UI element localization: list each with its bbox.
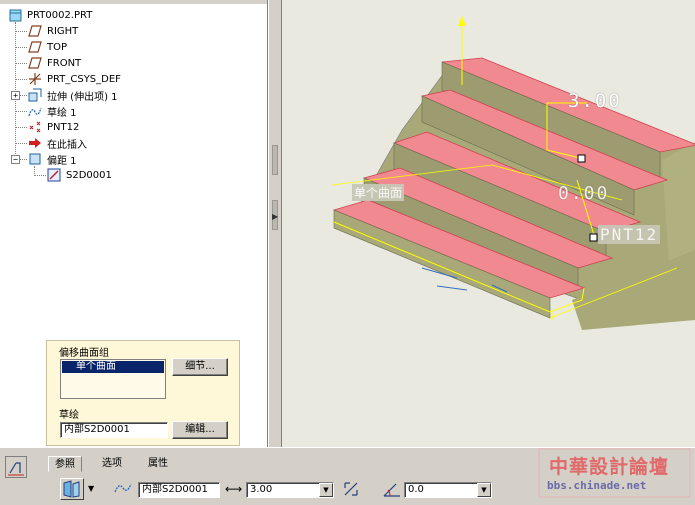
- distance-icon: ⟷: [225, 482, 243, 496]
- tree-top-bar: [0, 0, 267, 4]
- tree-item-label: TOP: [47, 41, 68, 53]
- sketch-label: 草绘: [59, 410, 79, 421]
- offset-distance-combo[interactable]: 3.00 ▼: [246, 482, 334, 498]
- tree-item-label: PRT0002.PRT: [27, 9, 93, 21]
- sketch-field[interactable]: 内部S2D0001: [60, 422, 168, 438]
- tree-item-label: S2D0001: [66, 169, 112, 181]
- drag-handle: [577, 154, 586, 163]
- insert-here-arrow-icon: [28, 136, 42, 150]
- tree-connector: [34, 175, 46, 176]
- axis-arrow: [458, 16, 466, 26]
- tree-item-label: FRONT: [47, 57, 82, 69]
- datum-plane-icon: [28, 40, 42, 54]
- chevron-down-icon[interactable]: ▼: [88, 484, 94, 493]
- part-icon: [8, 8, 22, 22]
- tree-item-label: 草绘 1: [47, 107, 77, 119]
- drag-handle: [589, 233, 598, 242]
- watermark-title: 中華設計論壇: [549, 456, 670, 478]
- dimension-label[interactable]: 3.00: [568, 90, 622, 112]
- tree-item-label: 偏距 1: [47, 155, 77, 167]
- tree-connector: [20, 159, 27, 160]
- tree-item-label: PRT_CSYS_DEF: [47, 73, 121, 85]
- tree-connector: [20, 95, 27, 96]
- datum-point-icon: [28, 120, 42, 134]
- dimension-label[interactable]: 0.00: [558, 183, 609, 204]
- pane-splitter[interactable]: ▶: [268, 0, 282, 447]
- expand-arrow-icon[interactable]: ▶: [272, 212, 278, 221]
- tree-item-label: 在此插入: [47, 139, 87, 151]
- tree-item-front[interactable]: FRONT: [28, 55, 81, 71]
- extrude-icon: [28, 88, 42, 102]
- graphics-window[interactable]: 3.00 0.00 PNT12 单个曲面: [282, 0, 695, 447]
- sketch-tool-icon: [8, 462, 24, 476]
- tree-item-sketch[interactable]: 草绘 1: [28, 103, 77, 119]
- angle-combo[interactable]: 0.0 ▼: [404, 482, 492, 498]
- chevron-down-icon[interactable]: ▼: [319, 483, 333, 497]
- sketch-curve-icon[interactable]: [114, 480, 132, 499]
- tree-item-label: 拉伸 (伸出项) 1: [47, 91, 118, 103]
- angle-value: 0.0: [408, 484, 424, 495]
- model-view: [331, 16, 695, 330]
- expand-toggle[interactable]: +: [11, 91, 20, 100]
- point-label: PNT12: [598, 225, 661, 244]
- tree-item-extrude[interactable]: 拉伸 (伸出项) 1: [28, 87, 118, 103]
- sketch-name-field[interactable]: 内部S2D0001: [138, 482, 220, 498]
- tree-item-label: PNT12: [47, 121, 80, 133]
- tree-item-right[interactable]: RIGHT: [28, 23, 78, 39]
- collapse-toggle[interactable]: −: [11, 155, 20, 164]
- surface-collector[interactable]: 单个曲面: [60, 359, 166, 399]
- tab-references[interactable]: 参照: [48, 456, 82, 472]
- sketch-icon: [28, 104, 42, 118]
- tree-item-offset[interactable]: 偏距 1: [28, 151, 77, 167]
- watermark-url: bbs.chinade.net: [547, 479, 647, 492]
- collector-item[interactable]: 单个曲面: [62, 361, 164, 373]
- tab-properties[interactable]: 属性: [142, 456, 174, 472]
- tree-item-point[interactable]: PNT12: [28, 119, 79, 135]
- coordinate-system-icon: [28, 72, 42, 86]
- splitter-grip[interactable]: [272, 145, 278, 175]
- tree-connector: [15, 79, 27, 80]
- angle-icon: [382, 480, 402, 501]
- tree-item-s2d[interactable]: S2D0001: [47, 167, 112, 183]
- surface-label: 单个曲面: [352, 184, 405, 201]
- tree-item-csys[interactable]: PRT_CSYS_DEF: [28, 71, 121, 87]
- datum-plane-icon: [28, 24, 42, 38]
- tree-item-top[interactable]: TOP: [28, 39, 67, 55]
- offset-icon: [28, 152, 42, 166]
- offset-distance-value: 3.00: [250, 484, 273, 495]
- flip-direction-icon[interactable]: [342, 480, 360, 501]
- sketch-edit-icon: [47, 168, 61, 182]
- references-panel: 偏移曲面组 单个曲面 细节... 草绘 内部S2D0001 编辑...: [46, 340, 240, 446]
- tree-item-label: RIGHT: [47, 25, 79, 37]
- watermark: 中華設計論壇 bbs.chinade.net: [537, 447, 692, 499]
- offset-type-button[interactable]: [60, 478, 84, 500]
- tree-connector: [15, 111, 27, 112]
- offset-quilt-label: 偏移曲面组: [59, 348, 109, 359]
- tree-connector: [15, 63, 27, 64]
- chevron-down-icon[interactable]: ▼: [477, 483, 491, 497]
- tree-connector: [15, 31, 27, 32]
- edit-button[interactable]: 编辑...: [172, 421, 228, 439]
- tree-item-insert-here[interactable]: 在此插入: [28, 135, 87, 151]
- details-button[interactable]: 细节...: [172, 358, 228, 376]
- tree-connector: [15, 127, 27, 128]
- tree-item-part[interactable]: PRT0002.PRT: [8, 7, 92, 23]
- tree-connector: [15, 143, 27, 144]
- tree-connector: [15, 47, 27, 48]
- datum-plane-icon: [28, 56, 42, 70]
- dashboard-corner[interactable]: [5, 456, 27, 478]
- offset-surface-icon: [63, 480, 80, 498]
- tab-options[interactable]: 选项: [96, 456, 128, 472]
